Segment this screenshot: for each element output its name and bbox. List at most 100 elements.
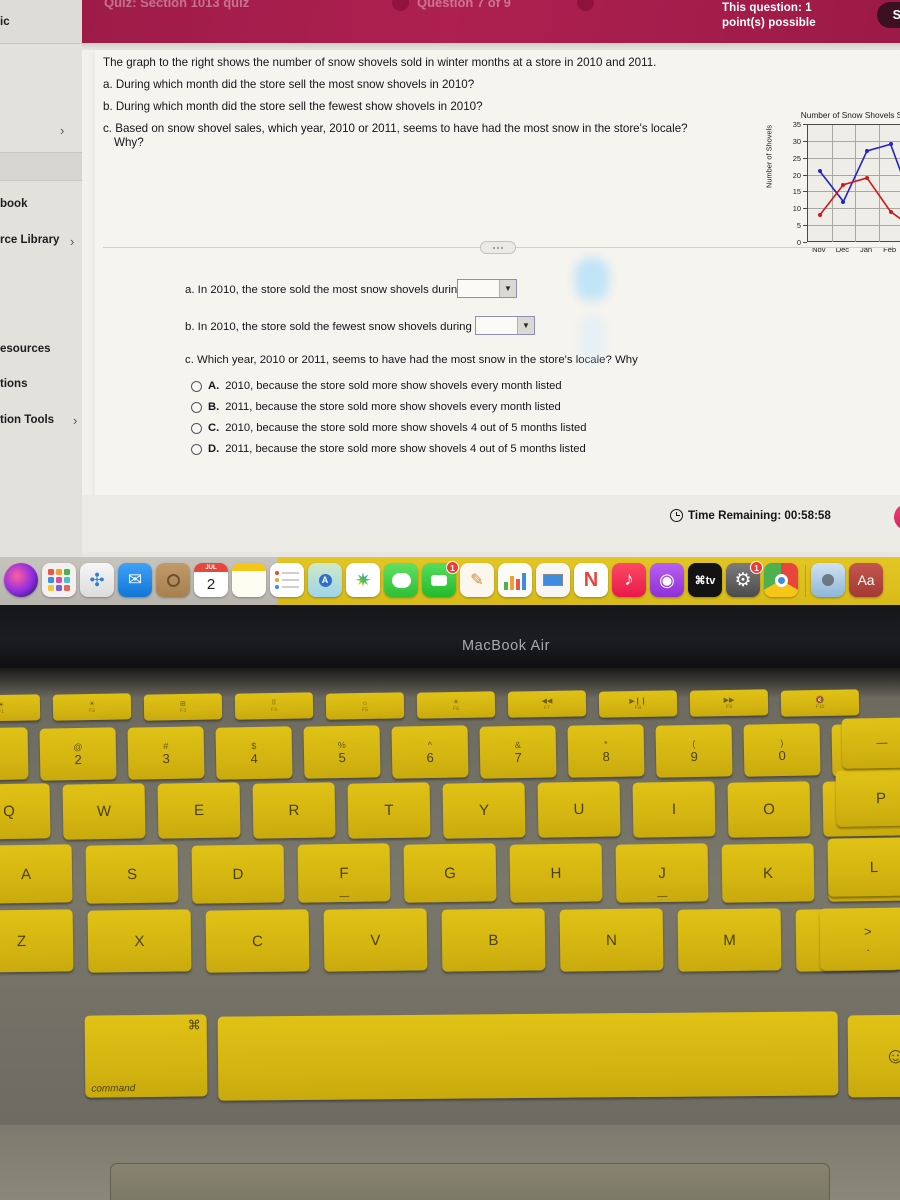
sidebar-chevron-2[interactable]: › <box>73 413 77 428</box>
next-question-icon[interactable] <box>577 0 594 11</box>
key-o[interactable]: O <box>727 780 811 838</box>
key-i[interactable]: I <box>632 781 716 838</box>
key-y[interactable]: Y <box>442 781 526 839</box>
key-e[interactable]: E <box>157 782 241 840</box>
key-v[interactable]: V <box>323 908 428 973</box>
option-b[interactable]: B. 2011, because the store sold more sho… <box>191 401 561 413</box>
prev-question-icon[interactable] <box>392 0 409 11</box>
dock-item[interactable] <box>764 563 800 599</box>
music-icon[interactable]: ♪ <box>612 563 646 597</box>
key-3[interactable]: #3 <box>127 726 205 780</box>
sidebar-item-resources[interactable]: esources <box>0 343 51 355</box>
key-r[interactable]: R <box>252 782 336 839</box>
dock-item[interactable] <box>156 563 192 599</box>
chevron-down-icon[interactable]: ▼ <box>499 280 516 297</box>
key-5[interactable]: % 5 <box>303 725 381 780</box>
radio-a[interactable] <box>191 380 202 392</box>
news-icon[interactable]: N <box>574 563 608 597</box>
key-command[interactable]: ⌘ command <box>84 1014 208 1098</box>
sidebar-chevron-0[interactable]: › <box>60 123 64 138</box>
key-f6[interactable]: ☀ F6 <box>416 691 496 719</box>
dock-item[interactable] <box>811 563 847 599</box>
dock-item[interactable]: ✷ <box>346 563 382 599</box>
chevron-down-icon[interactable]: ▼ <box>517 317 534 334</box>
option-a[interactable]: A. 2010, because the store sold more sho… <box>191 380 562 392</box>
dock-item[interactable]: ♪ <box>612 563 648 599</box>
next-button[interactable]: Next <box>894 504 900 530</box>
macos-dock[interactable]: ✣ ✉ JUL 2 A ✷ 1 ✎ N ♪ ◉ ⌘tv ⚙ 1 Aa <box>0 557 900 605</box>
mail-icon[interactable]: ✉ <box>118 563 152 597</box>
launchpad-icon[interactable] <box>42 563 76 597</box>
key-u[interactable]: U <box>537 781 621 838</box>
calendar-icon[interactable]: JUL 2 <box>194 563 228 597</box>
dock-item[interactable]: Aa <box>849 563 885 599</box>
key-j[interactable]: J <box>615 843 709 903</box>
dock-item[interactable]: N <box>574 563 610 599</box>
appletv-icon[interactable]: ⌘tv <box>688 563 722 597</box>
dock-item[interactable] <box>536 563 572 599</box>
key-a[interactable]: A <box>0 844 73 904</box>
trackpad[interactable] <box>110 1163 830 1200</box>
key-f8[interactable]: ▶❙❙ F8 <box>598 690 678 718</box>
safari-icon[interactable]: ✣ <box>80 563 114 597</box>
submit-quiz-button[interactable]: Submit quiz <box>877 2 900 28</box>
key-w[interactable]: W <box>62 782 146 840</box>
key-n[interactable]: N <box>559 908 664 972</box>
key-9[interactable]: (9 <box>655 724 733 778</box>
dock-item[interactable]: ⚙ 1 <box>726 561 763 599</box>
key-c[interactable]: C <box>205 908 310 973</box>
sidebar-item-resource-library[interactable]: rce Library <box>0 234 59 246</box>
dock-item[interactable]: 1 <box>422 561 459 599</box>
key-z[interactable]: Z <box>0 909 74 973</box>
option-d[interactable]: D. 2011, because the store sold more sho… <box>191 443 586 455</box>
radio-b[interactable] <box>191 401 202 413</box>
sidebar-item-ic[interactable]: ic <box>0 16 10 28</box>
key-t[interactable]: T <box>347 782 431 839</box>
maps-icon[interactable]: A <box>308 563 342 597</box>
dock-item[interactable]: ✣ <box>80 563 116 599</box>
key-f1[interactable]: ☀ F1 <box>0 694 41 722</box>
dock-item[interactable]: JUL 2 <box>194 563 230 599</box>
dock-item[interactable] <box>270 563 306 599</box>
key-m[interactable]: M <box>677 908 782 972</box>
preview-icon[interactable] <box>811 563 845 597</box>
dictionary-icon[interactable]: Aa <box>849 563 883 597</box>
key-k[interactable]: K <box>721 842 815 903</box>
contacts-icon[interactable] <box>156 563 190 597</box>
messages-icon[interactable] <box>384 563 418 597</box>
dock-item[interactable]: ✉ <box>118 563 154 599</box>
sidebar-item-etext[interactable]: book <box>0 198 27 210</box>
key-6[interactable]: ^ 6 <box>391 725 469 779</box>
expand-ellipsis-button[interactable] <box>480 241 516 254</box>
key-f9[interactable]: ▶▶ F9 <box>689 689 769 717</box>
chrome-icon[interactable] <box>764 563 798 597</box>
sidebar-chevron-1[interactable]: › <box>70 234 74 249</box>
key-8[interactable]: * 8 <box>567 724 645 778</box>
key-f2[interactable]: ☀ F2 <box>52 693 132 722</box>
key-s[interactable]: S <box>85 844 179 904</box>
key-4[interactable]: $4 <box>215 726 293 780</box>
podcasts-icon[interactable]: ◉ <box>650 563 684 597</box>
key-q[interactable]: Q <box>0 783 51 840</box>
key-period[interactable]: >. <box>819 907 900 971</box>
key-7[interactable]: & 7 <box>479 724 557 779</box>
key-space[interactable] <box>217 1011 839 1101</box>
pages-icon[interactable]: ✎ <box>460 563 494 597</box>
dock-item[interactable] <box>498 563 534 599</box>
sidebar-item-options[interactable]: tions <box>0 378 27 390</box>
photos-icon[interactable]: ✷ <box>346 563 380 597</box>
answer-a-dropdown[interactable]: ▼ <box>457 279 517 298</box>
notes-icon[interactable] <box>232 563 266 597</box>
key-h[interactable]: H <box>509 843 603 903</box>
reminders-icon[interactable] <box>270 563 304 597</box>
key-f3[interactable]: ⊞ F3 <box>143 693 223 721</box>
key-x[interactable]: X <box>87 909 192 973</box>
dock-item[interactable]: ⌘tv <box>688 563 724 599</box>
key-1[interactable]: !1 <box>0 727 29 781</box>
numbers-icon[interactable] <box>498 563 532 597</box>
key-right-command[interactable]: ☺ <box>847 1014 900 1098</box>
key-g[interactable]: G <box>403 843 497 903</box>
dock-item[interactable] <box>4 563 40 599</box>
key-f7[interactable]: ◀◀ F7 <box>507 690 587 719</box>
dock-item[interactable]: ◉ <box>650 563 686 599</box>
